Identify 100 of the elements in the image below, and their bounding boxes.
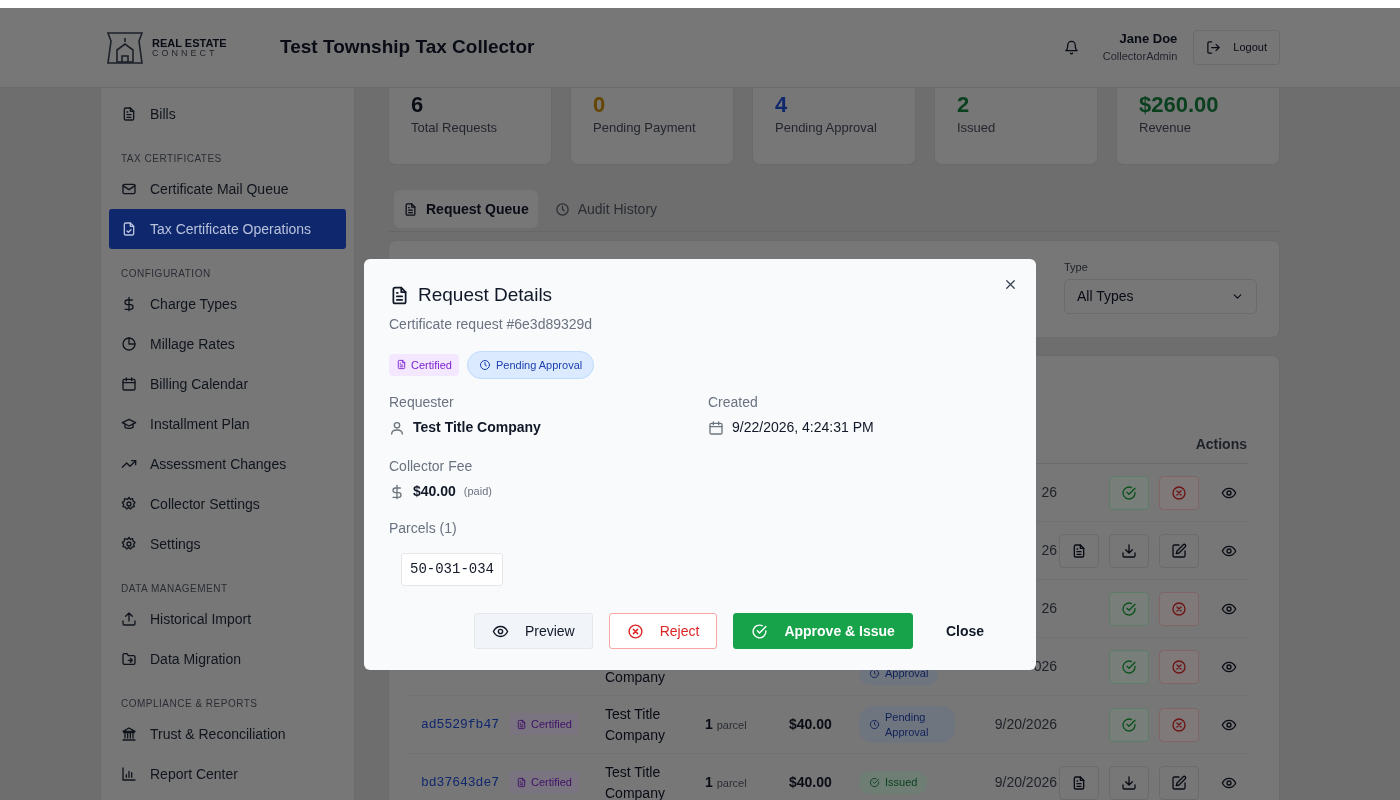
download-icon: [1121, 774, 1137, 791]
request-id-link[interactable]: bd37643de7: [421, 774, 499, 790]
stat-label: Pending Approval: [775, 119, 878, 138]
bar-chart-icon: [121, 766, 137, 782]
amount-text: $40.00: [789, 774, 832, 790]
sidebar-item[interactable]: Installment Plan: [109, 404, 346, 444]
approve-button[interactable]: [1109, 475, 1149, 510]
download-button[interactable]: [1109, 533, 1149, 568]
approve-button[interactable]: [1109, 591, 1149, 626]
x-circle-icon: [1171, 600, 1187, 617]
stat-label: Revenue: [1139, 119, 1193, 138]
x-circle-icon: [1171, 658, 1187, 675]
preview-button[interactable]: Preview: [473, 613, 593, 649]
sidebar-item[interactable]: Charge Types: [109, 284, 346, 324]
sidebar-section-label: COMPLIANCE & REPORTS: [120, 697, 259, 711]
stat-label: Total Requests: [411, 119, 498, 138]
requester-name: Test Title Company: [605, 705, 666, 745]
approve-issue-button[interactable]: Approve & Issue: [733, 613, 913, 649]
clock-icon: [478, 358, 491, 371]
check-circle-icon: [1121, 716, 1137, 733]
x-circle-icon: [626, 622, 644, 640]
calendar-icon: [708, 419, 724, 436]
amount-text: $40.00: [789, 716, 832, 732]
edit-icon: [1171, 774, 1187, 791]
field-label: Created: [708, 393, 759, 412]
sidebar-item[interactable]: Millage Rates: [109, 324, 346, 364]
tab[interactable]: Audit History: [545, 190, 667, 228]
reject-button[interactable]: Reject: [608, 613, 718, 649]
field-note: (paid): [463, 484, 492, 500]
sidebar-item[interactable]: Data Migration: [109, 639, 346, 679]
sidebar-item[interactable]: Historical Import: [109, 599, 346, 639]
check-circle-icon: [1121, 658, 1137, 675]
stat-value: 2: [957, 92, 971, 119]
document-icon: [403, 201, 418, 217]
dollar-icon: [389, 483, 405, 500]
approve-button[interactable]: [1109, 649, 1149, 684]
check-circle-icon: [1121, 600, 1137, 617]
date-text: 9/20/2026: [994, 716, 1057, 732]
document-icon: [121, 106, 137, 122]
date-text: 26: [1041, 542, 1057, 558]
clock-icon: [554, 201, 570, 217]
status-badge: Pending Approval: [466, 350, 595, 379]
type-select[interactable]: All Types: [1064, 278, 1257, 314]
stat-label: Issued: [957, 119, 997, 138]
approve-button[interactable]: [1109, 707, 1149, 742]
logo-subtext: CONNECT: [152, 48, 219, 59]
type-badge: Certified: [509, 770, 579, 794]
parcel-count: 1 parcel: [705, 716, 747, 732]
sidebar-item[interactable]: Tax Certificate Operations: [109, 209, 346, 249]
dialog-subtitle: Certificate request #6e3d89329d: [389, 314, 594, 334]
field-value: 9/22/2026, 4:24:31 PM: [732, 418, 874, 437]
graduation-cap-icon: [121, 416, 137, 432]
edit-button[interactable]: [1159, 765, 1199, 800]
type-badge: Certified: [509, 712, 579, 736]
download-button[interactable]: [1109, 765, 1149, 800]
clock-icon: [869, 719, 880, 730]
document-button[interactable]: [1059, 533, 1099, 568]
tab[interactable]: Request Queue: [394, 190, 538, 228]
dollar-icon: [121, 296, 137, 312]
reject-button[interactable]: [1159, 707, 1199, 742]
clock-icon: [869, 668, 880, 680]
dialog-title: Request Details: [418, 283, 553, 307]
stat-value: 6: [411, 92, 425, 119]
document-icon: [396, 359, 407, 371]
user-icon: [389, 419, 405, 436]
reject-button[interactable]: [1159, 475, 1199, 510]
document-check-icon: [121, 221, 137, 237]
requester-name: Company: [605, 667, 665, 687]
sidebar-item[interactable]: Collector Settings: [109, 484, 346, 524]
sidebar-item[interactable]: Trust & Reconciliation: [109, 714, 346, 754]
sidebar-section-label: DATA MANAGEMENT: [120, 582, 229, 596]
date-text: 26: [1041, 600, 1057, 616]
envelope-icon: [121, 181, 137, 197]
bank-icon: [121, 726, 137, 742]
sidebar-item[interactable]: Certificate Mail Queue: [109, 169, 346, 209]
document-button[interactable]: [1059, 765, 1099, 800]
close-button[interactable]: Close: [928, 613, 1001, 649]
field-label: Type: [1064, 260, 1089, 275]
document-icon: [1071, 774, 1087, 791]
logout-icon: [1206, 40, 1222, 55]
sidebar-item[interactable]: Report Center: [109, 754, 346, 794]
parcel-chip: 50-031-034: [401, 553, 503, 586]
notification-bell-icon[interactable]: [1063, 40, 1079, 55]
pie-chart-icon: [121, 336, 137, 352]
sidebar-item[interactable]: Bills: [109, 94, 346, 134]
reject-button[interactable]: [1159, 591, 1199, 626]
reject-button[interactable]: [1159, 649, 1199, 684]
sidebar-item[interactable]: Settings: [109, 524, 346, 564]
field-label: Collector Fee: [389, 457, 474, 476]
calendar-icon: [121, 376, 137, 392]
sidebar-item[interactable]: Assessment Changes: [109, 444, 346, 484]
status-badge: Issued: [859, 771, 928, 794]
logout-button[interactable]: Logout: [1193, 30, 1280, 65]
request-id-link[interactable]: ad5529fb47: [421, 716, 499, 732]
date-text: 9/20/2026: [994, 774, 1057, 790]
user-role: CollectorAdmin: [1102, 48, 1178, 64]
edit-button[interactable]: [1159, 533, 1199, 568]
document-icon: [516, 776, 527, 788]
document-icon: [516, 718, 527, 730]
sidebar-item[interactable]: Billing Calendar: [109, 364, 346, 404]
